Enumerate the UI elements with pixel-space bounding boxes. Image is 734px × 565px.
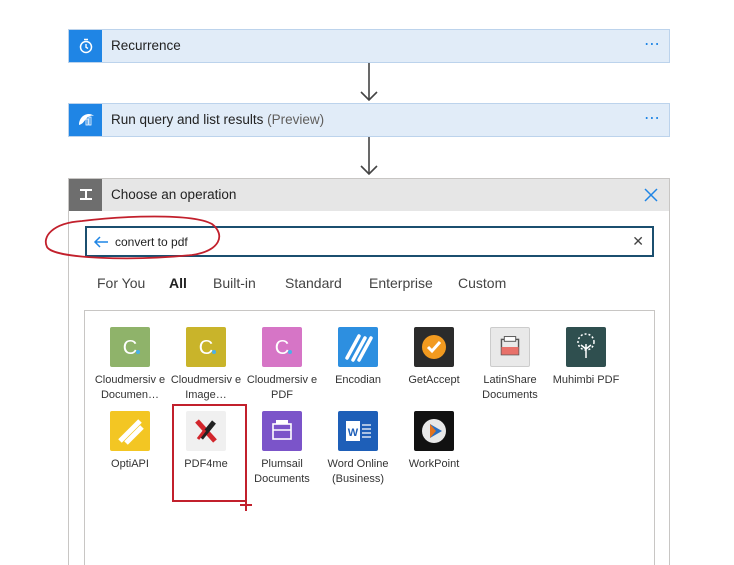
word-online-icon: W	[338, 411, 378, 451]
connector-label: PDF4me	[184, 458, 228, 470]
connector-label: OptiAPI	[111, 458, 149, 470]
connector-workpoint[interactable]: WorkPoint	[396, 411, 472, 472]
close-icon[interactable]	[643, 187, 659, 203]
flow-arrow	[360, 137, 378, 176]
search-input[interactable]	[115, 231, 615, 252]
tab-for-you[interactable]: For You	[97, 275, 145, 291]
connector-label: GetAccept	[408, 374, 460, 386]
getaccept-icon	[414, 327, 454, 367]
latinshare-icon	[490, 327, 530, 367]
connector-label: LatinShare Documents	[482, 374, 538, 401]
step-title-text: Run query and list results	[111, 112, 264, 127]
connector-label: Plumsail Documents	[254, 458, 310, 485]
cloudmersive-document-icon: C	[110, 327, 150, 367]
connector-label: Cloudmersiv e Image…	[170, 374, 242, 401]
tab-built-in[interactable]: Built-in	[213, 275, 256, 291]
connector-optiapi[interactable]: OptiAPI	[92, 411, 168, 472]
svg-text:C: C	[199, 337, 213, 359]
connector-pdf4me[interactable]: PDF4me	[168, 411, 244, 472]
plumsail-icon	[262, 411, 302, 451]
clock-icon	[69, 30, 102, 62]
connector-cloudmersive-pdf[interactable]: C Cloudmersiv e PDF	[244, 327, 320, 403]
back-arrow-icon[interactable]	[92, 234, 110, 250]
choose-operation-panel: Choose an operation ✕ For You All Built-…	[68, 178, 670, 565]
step-recurrence[interactable]: Recurrence ⋯	[68, 29, 670, 63]
tab-all[interactable]: All	[169, 275, 187, 291]
step-title: Run query and list results (Preview)	[111, 104, 324, 136]
operation-icon	[69, 179, 102, 211]
connector-plumsail[interactable]: Plumsail Documents	[244, 411, 320, 487]
connector-label: Word Online (Business)	[327, 458, 389, 485]
tab-standard[interactable]: Standard	[285, 275, 342, 291]
step-run-query[interactable]: Run query and list results (Preview) ⋯	[68, 103, 670, 137]
connector-label: Encodian	[335, 374, 381, 386]
cloudmersive-pdf-icon: C	[262, 327, 302, 367]
connector-getaccept[interactable]: GetAccept	[396, 327, 472, 388]
connector-latinshare[interactable]: LatinShare Documents	[472, 327, 548, 403]
tab-custom[interactable]: Custom	[458, 275, 506, 291]
connector-word-online[interactable]: W Word Online (Business)	[320, 411, 396, 487]
more-options-button[interactable]: ⋯	[644, 30, 661, 60]
clear-search-button[interactable]: ✕	[632, 233, 644, 250]
connector-label: Muhimbi PDF	[552, 374, 620, 386]
connector-label: WorkPoint	[408, 458, 460, 470]
preview-label: (Preview)	[267, 112, 325, 127]
tab-enterprise[interactable]: Enterprise	[369, 275, 433, 291]
encodian-icon	[338, 327, 378, 367]
connector-cloudmersive-document[interactable]: C Cloudmersiv e Documen…	[92, 327, 168, 403]
step-title: Recurrence	[111, 38, 181, 53]
log-analytics-icon	[69, 104, 102, 136]
search-box: ✕	[85, 226, 654, 257]
more-options-button[interactable]: ⋯	[644, 104, 661, 134]
svg-text:C: C	[275, 337, 289, 359]
flow-arrow	[360, 63, 378, 102]
connector-cloudmersive-image[interactable]: C Cloudmersiv e Image…	[168, 327, 244, 403]
workpoint-icon	[414, 411, 454, 451]
connector-label: Cloudmersiv e Documen…	[94, 374, 166, 401]
pdf4me-icon	[186, 411, 226, 451]
connector-encodian[interactable]: Encodian	[320, 327, 396, 388]
connector-label: Cloudmersiv e PDF	[246, 374, 318, 401]
optiapi-icon	[110, 411, 150, 451]
connector-muhimbi[interactable]: Muhimbi PDF	[548, 327, 624, 388]
muhimbi-tree-icon	[566, 327, 606, 367]
cloudmersive-image-icon: C	[186, 327, 226, 367]
chooser-header: Choose an operation	[69, 179, 669, 211]
connector-results: C Cloudmersiv e Documen… C Cloudmersiv e…	[84, 310, 655, 565]
svg-text:C: C	[123, 337, 137, 359]
panel-title: Choose an operation	[111, 187, 237, 202]
svg-text:W: W	[348, 427, 359, 439]
